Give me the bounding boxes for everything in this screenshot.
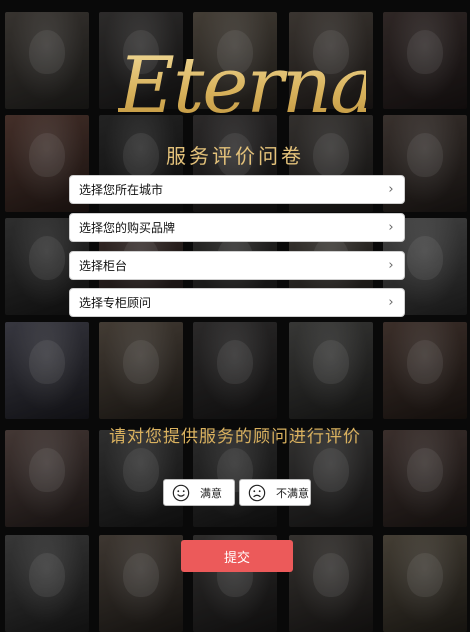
counter-select[interactable]: 选择柜台 ›: [69, 251, 405, 280]
brand-select[interactable]: 选择您的购买品牌 ›: [69, 213, 405, 242]
smile-icon: [172, 484, 190, 501]
satisfied-label: 满意: [200, 486, 222, 500]
consultant-select[interactable]: 选择专柜顾问 ›: [69, 288, 405, 317]
unsatisfied-button[interactable]: 不满意: [239, 479, 311, 506]
rating-prompt: 请对您提供服务的顾问进行评价: [109, 427, 361, 447]
chevron-right-icon: ›: [388, 295, 394, 310]
chevron-right-icon: ›: [388, 258, 394, 273]
unsatisfied-label: 不满意: [276, 486, 309, 500]
page-title: 服务评价问卷: [166, 144, 304, 168]
chevron-right-icon: ›: [388, 220, 394, 235]
consultant-select-label: 选择专柜顾问: [79, 296, 152, 310]
chevron-right-icon: ›: [388, 182, 394, 197]
brand-select-label: 选择您的购买品牌: [79, 221, 176, 235]
city-select-label: 选择您所在城市: [79, 183, 164, 197]
submit-button[interactable]: 提交: [181, 540, 293, 572]
satisfied-button[interactable]: 满意: [163, 479, 235, 506]
brand-logo: Eternal: [118, 36, 399, 136]
counter-select-label: 选择柜台: [79, 259, 128, 273]
city-select[interactable]: 选择您所在城市 ›: [69, 175, 405, 204]
frown-icon: [248, 484, 266, 501]
